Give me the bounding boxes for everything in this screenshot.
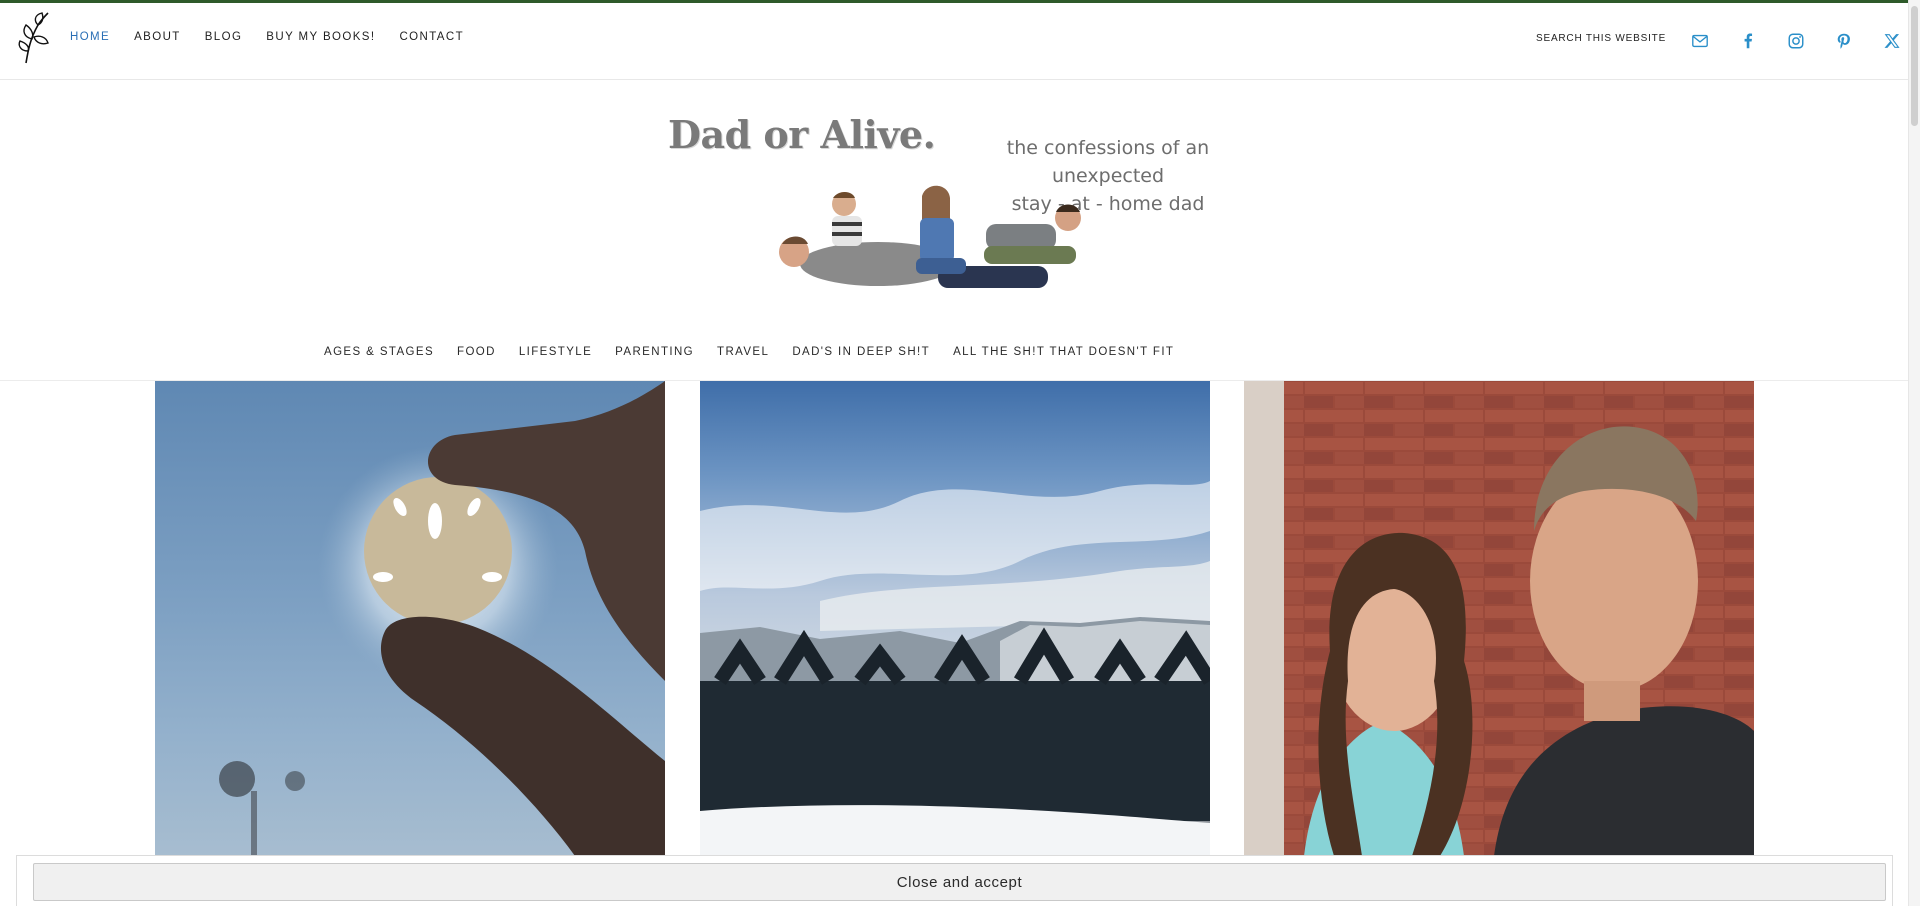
leaf-logo-icon[interactable] — [16, 11, 52, 65]
family-photo-illustration — [779, 185, 1081, 288]
category-ages-stages[interactable]: AGES & STAGES — [324, 346, 434, 358]
nav-about[interactable]: ABOUT — [134, 31, 181, 43]
category-all-the-shit[interactable]: ALL THE SH!T THAT DOESN'T FIT — [953, 346, 1174, 358]
social-links — [1676, 29, 1916, 53]
nav-buy-my-books[interactable]: BUY MY BOOKS! — [266, 31, 375, 43]
sand-dollar-graphic — [219, 381, 665, 856]
nav-blog[interactable]: BLOG — [205, 31, 243, 43]
selfie-graphic — [1244, 381, 1754, 856]
category-parenting[interactable]: PARENTING — [615, 346, 694, 358]
post-image-sand-dollar[interactable] — [155, 381, 665, 856]
category-lifestyle[interactable]: LIFESTYLE — [519, 346, 592, 358]
page-scrollbar[interactable] — [1908, 0, 1920, 906]
nav-contact[interactable]: CONTACT — [399, 31, 464, 43]
close-and-accept-button[interactable]: Close and accept — [33, 863, 1886, 901]
pinterest-icon[interactable] — [1820, 29, 1868, 53]
scrollbar-thumb[interactable] — [1911, 6, 1918, 126]
category-travel[interactable]: TRAVEL — [717, 346, 769, 358]
facebook-icon[interactable] — [1724, 29, 1772, 53]
search-link[interactable]: SEARCH THIS WEBSITE — [1536, 33, 1666, 44]
post-image-selfie[interactable] — [1244, 381, 1754, 856]
category-food[interactable]: FOOD — [457, 346, 496, 358]
nav-home[interactable]: HOME — [70, 31, 110, 43]
post-image-mountains[interactable] — [700, 381, 1210, 856]
mountain-landscape-graphic — [700, 481, 1210, 856]
category-nav: AGES & STAGES FOOD LIFESTYLE PARENTING T… — [324, 346, 1197, 358]
site-banner[interactable]: Dad or Alive. the confessions of an unex… — [660, 104, 1260, 308]
site-header: HOME ABOUT BLOG BUY MY BOOKS! CONTACT SE… — [0, 3, 1908, 80]
email-icon[interactable] — [1676, 29, 1724, 53]
instagram-icon[interactable] — [1772, 29, 1820, 53]
category-dads-in-deep-shit[interactable]: DAD'S IN DEEP SH!T — [792, 346, 930, 358]
cookie-banner: Close and accept — [16, 855, 1893, 906]
main-nav: HOME ABOUT BLOG BUY MY BOOKS! CONTACT — [70, 31, 488, 43]
